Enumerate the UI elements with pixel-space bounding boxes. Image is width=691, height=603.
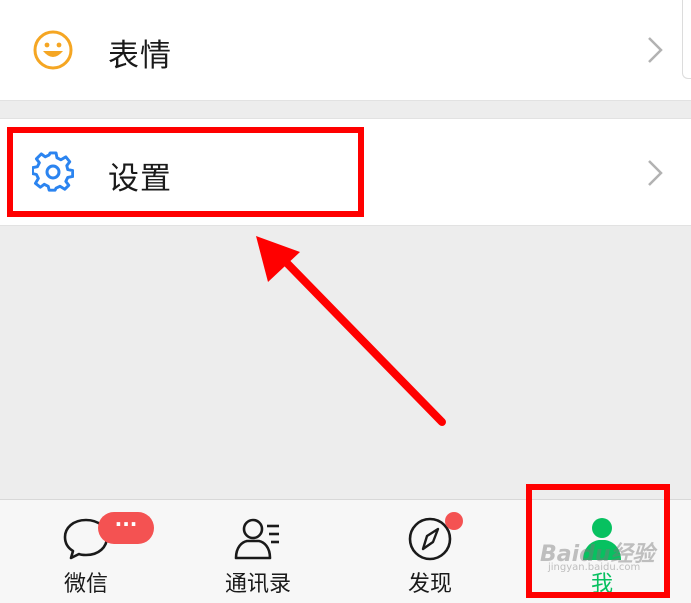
emoji-settings-row[interactable]: 表情 <box>0 0 691 101</box>
contacts-icon <box>234 518 279 560</box>
tab-contacts[interactable]: 通讯录 <box>172 500 344 603</box>
tab-me[interactable]: 我 <box>516 500 688 603</box>
tab-label-discover: 发现 <box>407 572 452 597</box>
scroll-edge <box>682 0 691 79</box>
emoji-row-label: 表情 <box>108 38 172 74</box>
settings-row[interactable]: 设置 <box>0 118 691 226</box>
smiley-icon <box>33 30 73 70</box>
bottom-tab-bar: ··· 微信 通讯录 发现 我 <box>0 499 691 603</box>
gear-icon <box>32 151 74 192</box>
chevron-right-icon <box>648 160 663 186</box>
chevron-right-icon <box>648 37 663 63</box>
new-content-dot <box>445 512 463 530</box>
wechat-me-page: 表情 设置 ··· 微信 通讯录 发现 我 Baidu经验 jingyan.ba… <box>0 0 691 603</box>
tab-discover[interactable]: 发现 <box>344 500 516 603</box>
settings-row-label: 设置 <box>108 161 172 197</box>
person-icon <box>583 518 621 560</box>
tab-label-wechat: 微信 <box>63 572 108 597</box>
tab-label-contacts: 通讯录 <box>224 572 291 597</box>
tab-label-me: 我 <box>590 572 613 597</box>
unread-badge: ··· <box>98 512 154 544</box>
tab-wechat[interactable]: ··· 微信 <box>0 500 172 603</box>
